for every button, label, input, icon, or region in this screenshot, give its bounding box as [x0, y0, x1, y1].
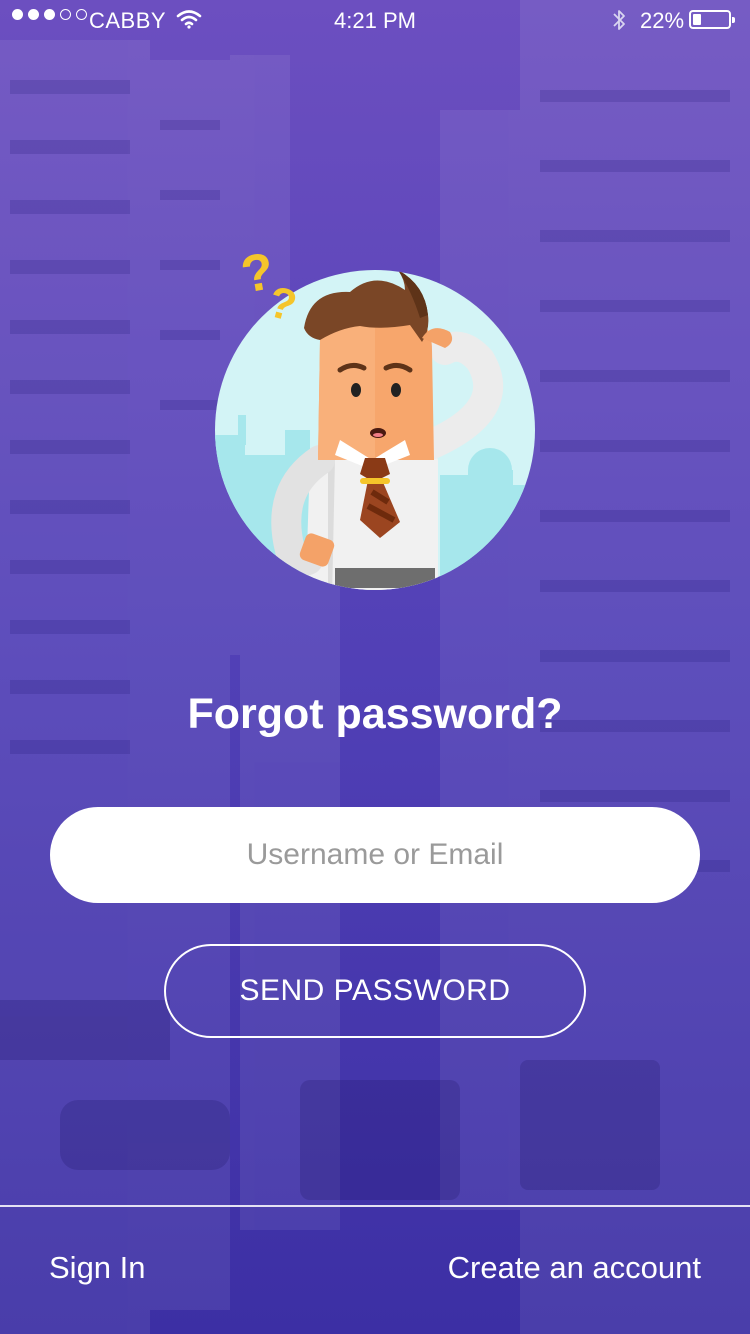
- bluetooth-icon: [611, 7, 627, 39]
- status-time: 4:21 PM: [334, 8, 416, 33]
- send-password-button[interactable]: SEND PASSWORD: [164, 944, 586, 1038]
- username-email-input[interactable]: [50, 807, 700, 903]
- battery-icon: [689, 10, 735, 29]
- battery-percent: 22%: [640, 8, 685, 33]
- status-bar: CABBY 4:21 PM 22%: [0, 0, 750, 40]
- city-background: [0, 0, 750, 1334]
- page-title: Forgot password?: [187, 690, 563, 738]
- create-account-link[interactable]: Create an account: [448, 1250, 701, 1286]
- footer-divider: [0, 1205, 750, 1207]
- sign-in-link[interactable]: Sign In: [49, 1250, 146, 1286]
- confused-man-illustration: ? ?: [215, 242, 535, 590]
